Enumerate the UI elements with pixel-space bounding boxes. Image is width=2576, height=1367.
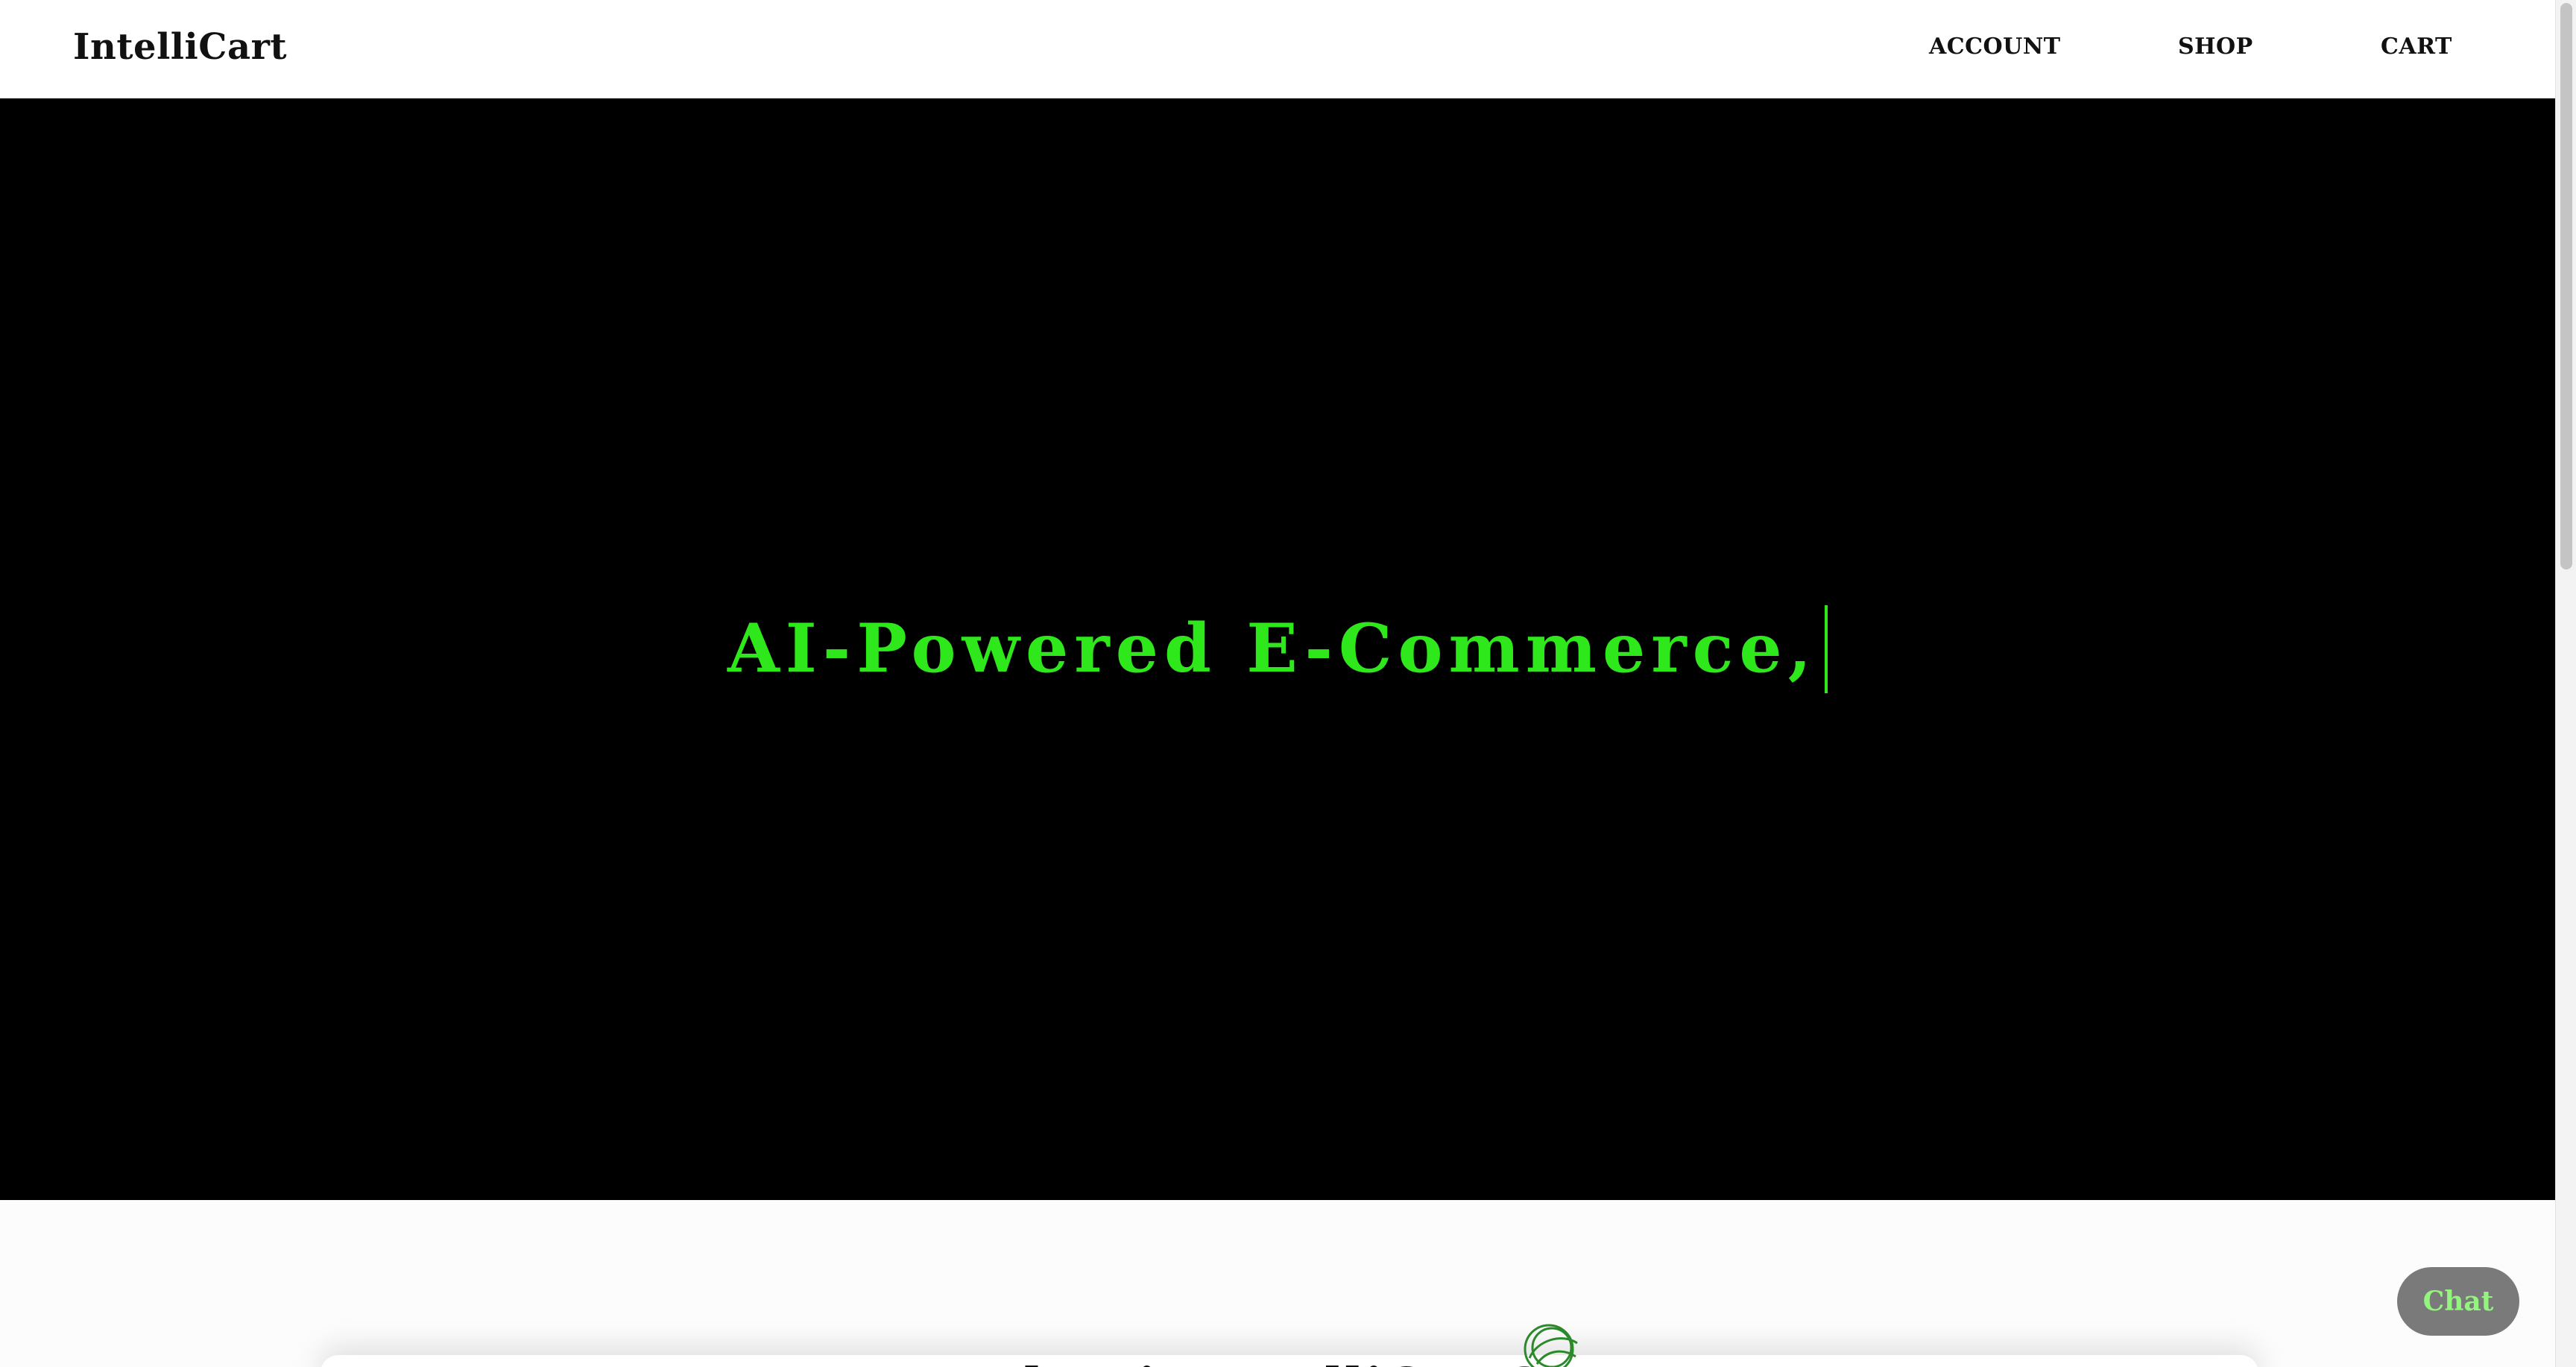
page-scrollbar[interactable]: [2555, 0, 2576, 1367]
brand-logo[interactable]: IntelliCart: [73, 21, 287, 73]
nav-shop-link[interactable]: SHOP: [2178, 33, 2253, 61]
about-section: What is IntelliCart?: [0, 1200, 2555, 1367]
page: IntelliCart ACCOUNT SHOP CART AI-Powered…: [0, 0, 2576, 1367]
hero-typed-text: AI-Powered E-Commerce,: [727, 609, 1818, 688]
swirl-icon: [1524, 1324, 1578, 1367]
nav-account-link[interactable]: ACCOUNT: [1929, 33, 2061, 61]
hero-section: AI-Powered E-Commerce,: [0, 98, 2555, 1200]
top-navigation-bar: IntelliCart ACCOUNT SHOP CART: [0, 0, 2555, 99]
section-title: What is IntelliCart?: [966, 1354, 1541, 1367]
scrollbar-thumb[interactable]: [2560, 3, 2572, 569]
hero-typed-line: AI-Powered E-Commerce,: [0, 98, 2555, 1200]
chat-button[interactable]: Chat: [2397, 1267, 2519, 1336]
typing-caret: [1825, 605, 1828, 693]
nav-cart-link[interactable]: CART: [2381, 33, 2452, 61]
